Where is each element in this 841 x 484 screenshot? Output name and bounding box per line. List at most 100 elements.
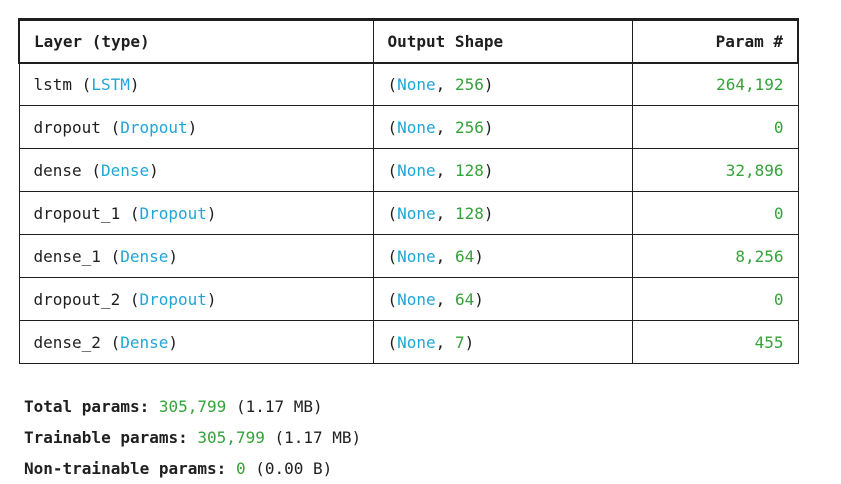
layer-name: dropout	[33, 117, 101, 137]
paren-close: )	[168, 332, 179, 352]
paren-open: (	[387, 74, 398, 94]
table-row: dense (Dense) (None, 128) 32,896	[18, 148, 799, 192]
output-shape-cell: (None, 64)	[372, 234, 633, 278]
shape-separator: ,	[435, 332, 455, 352]
header-layer-type: Layer (type)	[18, 18, 374, 64]
layer-type: Dropout	[120, 117, 188, 137]
paren-close: )	[206, 289, 217, 309]
layer-cell: dropout_1 (Dropout)	[18, 191, 374, 235]
layer-type: Dropout	[139, 203, 207, 223]
shape-separator: ,	[435, 160, 455, 180]
paren-open: (	[387, 246, 398, 266]
non-trainable-params-label: Non-trainable params:	[24, 459, 227, 478]
paren-open: (	[387, 289, 398, 309]
trainable-params-line: Trainable params: 305,799 (1.17 MB)	[24, 422, 361, 453]
output-shape-cell: (None, 256)	[372, 62, 633, 106]
layer-cell: dense_1 (Dense)	[18, 234, 374, 278]
paren-open: (	[387, 332, 398, 352]
layer-name: dense	[33, 160, 82, 180]
paren-open: (	[387, 117, 398, 137]
shape-units: 64	[454, 246, 475, 266]
paren-close: )	[483, 117, 494, 137]
param-count-cell: 8,256	[631, 234, 799, 278]
paren-close: )	[187, 117, 198, 137]
table-row: dropout_1 (Dropout) (None, 128) 0	[18, 191, 799, 235]
param-count-cell: 0	[631, 191, 799, 235]
paren-close: )	[168, 246, 179, 266]
table-header-row: Layer (type) Output Shape Param #	[18, 18, 799, 64]
param-count-cell: 264,192	[631, 62, 799, 106]
header-param-count: Param #	[631, 18, 799, 64]
layer-type: Dropout	[139, 289, 207, 309]
total-params-line: Total params: 305,799 (1.17 MB)	[24, 391, 361, 422]
param-count-cell: 455	[631, 320, 799, 364]
model-summary-table: Layer (type) Output Shape Param # lstm (…	[18, 18, 799, 364]
trainable-params-value: 305,799	[197, 428, 265, 447]
shape-separator: ,	[435, 246, 455, 266]
shape-units: 64	[454, 289, 475, 309]
paren-open: (	[81, 74, 92, 94]
layer-name: lstm	[33, 74, 73, 94]
output-shape-cell: (None, 64)	[372, 277, 633, 321]
layer-name: dropout_1	[33, 203, 121, 223]
shape-units: 128	[454, 203, 484, 223]
layer-cell: lstm (LSTM)	[18, 62, 374, 106]
header-output-shape: Output Shape	[372, 18, 633, 64]
paren-open: (	[91, 160, 101, 180]
shape-separator: ,	[435, 74, 455, 94]
table-row: lstm (LSTM) (None, 256) 264,192	[18, 62, 799, 106]
shape-batch-dim: None	[397, 289, 436, 309]
shape-separator: ,	[435, 117, 455, 137]
output-shape-cell: (None, 128)	[372, 191, 633, 235]
trainable-params-size: (1.17 MB)	[274, 428, 362, 447]
table-row: dense_2 (Dense) (None, 7) 455	[18, 320, 799, 364]
paren-close: )	[483, 203, 494, 223]
shape-batch-dim: None	[397, 332, 436, 352]
shape-batch-dim: None	[397, 160, 436, 180]
paren-open: (	[387, 203, 398, 223]
non-trainable-params-size: (0.00 B)	[255, 459, 333, 478]
table-row: dropout_2 (Dropout) (None, 64) 0	[18, 277, 799, 321]
paren-close: )	[149, 160, 159, 180]
paren-close: )	[483, 74, 494, 94]
shape-units: 7	[454, 332, 465, 352]
shape-batch-dim: None	[397, 117, 436, 137]
layer-type: Dense	[120, 246, 169, 266]
layer-cell: dense_2 (Dense)	[18, 320, 374, 364]
paren-open: (	[110, 117, 121, 137]
paren-open: (	[387, 160, 398, 180]
total-params-value: 305,799	[158, 397, 227, 416]
shape-batch-dim: None	[397, 74, 436, 94]
output-shape-cell: (None, 7)	[372, 320, 633, 364]
shape-separator: ,	[435, 203, 455, 223]
shape-separator: ,	[435, 289, 455, 309]
shape-units: 128	[454, 160, 484, 180]
param-count-cell: 0	[631, 105, 799, 149]
paren-close: )	[206, 203, 217, 223]
shape-units: 256	[454, 117, 484, 137]
trainable-params-label: Trainable params:	[24, 428, 188, 447]
layer-name: dropout_2	[33, 289, 121, 309]
layer-cell: dropout (Dropout)	[18, 105, 374, 149]
shape-batch-dim: None	[397, 203, 436, 223]
param-count-cell: 0	[631, 277, 799, 321]
paren-close: )	[129, 74, 140, 94]
layer-type: Dense	[120, 332, 169, 352]
total-params-label: Total params:	[24, 397, 150, 416]
non-trainable-params-value: 0	[235, 459, 246, 478]
paren-close: )	[474, 289, 484, 309]
params-summary: Total params: 305,799 (1.17 MB) Trainabl…	[24, 391, 361, 484]
output-shape-cell: (None, 128)	[372, 148, 633, 192]
layer-name: dense_1	[33, 246, 101, 266]
layer-type: Dense	[100, 160, 150, 180]
paren-open: (	[110, 332, 121, 352]
paren-close: )	[483, 160, 494, 180]
paren-close: )	[474, 246, 484, 266]
shape-units: 256	[454, 74, 484, 94]
table-row: dense_1 (Dense) (None, 64) 8,256	[18, 234, 799, 278]
shape-batch-dim: None	[397, 246, 436, 266]
paren-close: )	[464, 332, 475, 352]
total-params-size: (1.17 MB)	[235, 397, 323, 416]
paren-open: (	[110, 246, 121, 266]
layer-name: dense_2	[33, 332, 101, 352]
